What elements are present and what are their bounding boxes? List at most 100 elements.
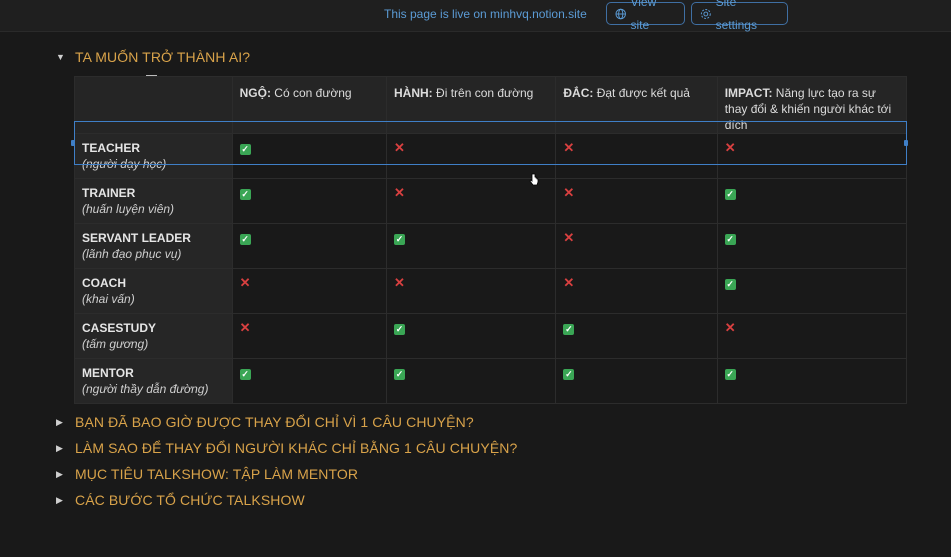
table-row[interactable]: TEACHER (người dạy học) ✓ ✕ ✕ ✕ bbox=[74, 133, 908, 179]
toggle-label: BẠN ĐÃ BAO GIỜ ĐƯỢC THAY ĐỔI CHỈ VÌ 1 CÂ… bbox=[75, 414, 474, 430]
cross-icon: ✕ bbox=[394, 140, 405, 155]
row-subtitle: (huấn luyện viên) bbox=[82, 202, 175, 216]
table-cell[interactable]: ✓ bbox=[231, 133, 388, 179]
row-name: MENTOR bbox=[82, 366, 134, 380]
toggle-main-label: TA MUỐN TRỞ THÀNH AI? bbox=[75, 49, 251, 65]
cross-icon: ✕ bbox=[563, 185, 575, 200]
row-subtitle: (người thầy dẫn đường) bbox=[82, 382, 209, 396]
toggle-change-others[interactable]: ▶ LÀM SAO ĐỂ THAY ĐỔI NGƯỜI KHÁC CHỈ BẰN… bbox=[56, 440, 517, 456]
table-cell[interactable]: ✓ bbox=[386, 358, 557, 404]
row-title-cell[interactable]: COACH (khai vấn) bbox=[74, 268, 233, 314]
table-cell[interactable]: ✓ bbox=[231, 178, 388, 224]
check-icon: ✓ bbox=[724, 369, 736, 380]
toggle-label: MỤC TIÊU TALKSHOW: TẬP LÀM MENTOR bbox=[75, 466, 359, 482]
triangle-right-icon[interactable]: ▶ bbox=[56, 495, 75, 506]
row-subtitle: (tấm gương) bbox=[82, 337, 149, 351]
table-cell[interactable]: ✕ bbox=[555, 223, 718, 269]
table-cell[interactable]: ✓ bbox=[386, 313, 557, 359]
row-name: TRAINER bbox=[82, 186, 136, 200]
site-settings-button[interactable]: Site settings bbox=[691, 0, 788, 32]
site-settings-label: Site settings bbox=[715, 0, 757, 32]
view-site-button[interactable]: View site bbox=[606, 0, 685, 32]
table-cell[interactable]: ✓ bbox=[231, 358, 388, 404]
check-icon: ✓ bbox=[239, 234, 251, 245]
table-cell[interactable]: ✕ bbox=[555, 268, 718, 314]
cross-icon: ✕ bbox=[724, 320, 736, 335]
header-ngo[interactable]: NGỘ: Có con đường bbox=[231, 76, 388, 134]
toggle-story-change[interactable]: ▶ BẠN ĐÃ BAO GIỜ ĐƯỢC THAY ĐỔI CHỈ VÌ 1 … bbox=[56, 414, 474, 430]
row-subtitle: (khai vấn) bbox=[82, 292, 135, 306]
check-icon: ✓ bbox=[724, 279, 736, 290]
view-site-label: View site bbox=[630, 0, 657, 32]
check-icon: ✓ bbox=[394, 369, 406, 380]
toggle-main[interactable]: ▼ TA MUỐN TRỞ THÀNH AI? bbox=[56, 49, 250, 65]
table-row[interactable]: COACH (khai vấn) ✕ ✕ ✕ ✓ bbox=[74, 268, 908, 314]
header-impact[interactable]: IMPACT: Năng lực tạo ra sự thay đổi & kh… bbox=[716, 76, 908, 134]
row-name: CASESTUDY bbox=[82, 321, 157, 335]
table-cell[interactable]: ✓ bbox=[716, 178, 908, 224]
globe-icon bbox=[615, 8, 626, 19]
check-icon: ✓ bbox=[724, 189, 736, 200]
check-icon: ✓ bbox=[563, 324, 575, 335]
cross-icon: ✕ bbox=[394, 275, 405, 290]
triangle-right-icon[interactable]: ▶ bbox=[56, 469, 75, 480]
header-empty bbox=[74, 76, 233, 134]
row-name: TEACHER bbox=[82, 141, 141, 155]
row-subtitle: (người dạy học) bbox=[82, 157, 167, 171]
table-cell[interactable]: ✕ bbox=[555, 178, 718, 224]
table-cell[interactable]: ✓ bbox=[231, 223, 388, 269]
cross-icon: ✕ bbox=[563, 230, 575, 245]
table-cell[interactable]: ✓ bbox=[386, 223, 557, 269]
mouse-cursor-icon bbox=[529, 173, 539, 186]
cross-icon: ✕ bbox=[563, 275, 575, 290]
check-icon: ✓ bbox=[239, 189, 251, 200]
roles-table: NGỘ: Có con đường HÀNH: Đi trên con đườn… bbox=[74, 76, 908, 404]
header-hanh[interactable]: HÀNH: Đi trên con đường bbox=[386, 76, 557, 134]
table-cell[interactable]: ✓ bbox=[716, 223, 908, 269]
row-subtitle: (lãnh đạo phục vụ) bbox=[82, 247, 182, 261]
cross-icon: ✕ bbox=[394, 185, 405, 200]
table-cell[interactable]: ✕ bbox=[386, 268, 557, 314]
cross-icon: ✕ bbox=[724, 140, 736, 155]
row-title-cell[interactable]: MENTOR (người thầy dẫn đường) bbox=[74, 358, 233, 404]
table-cell[interactable]: ✕ bbox=[716, 313, 908, 359]
cross-icon: ✕ bbox=[563, 140, 575, 155]
table-row[interactable]: TRAINER (huấn luyện viên) ✓ ✕ ✕ ✓ bbox=[74, 178, 908, 224]
top-bar: This page is live on minhvq.notion.site … bbox=[0, 0, 951, 32]
live-status-text: This page is live on minhvq.notion.site bbox=[384, 7, 587, 21]
toggle-label: LÀM SAO ĐỂ THAY ĐỔI NGƯỜI KHÁC CHỈ BẰNG … bbox=[75, 440, 518, 456]
table-cell[interactable]: ✕ bbox=[231, 313, 388, 359]
table-cell[interactable]: ✓ bbox=[555, 358, 718, 404]
header-dac[interactable]: ĐẮC: Đạt được kết quả bbox=[555, 76, 718, 134]
check-icon: ✓ bbox=[394, 324, 406, 335]
table-row[interactable]: CASESTUDY (tấm gương) ✕ ✓ ✓ ✕ bbox=[74, 313, 908, 359]
gear-icon bbox=[700, 8, 711, 19]
row-title-cell[interactable]: SERVANT LEADER (lãnh đạo phục vụ) bbox=[74, 223, 233, 269]
table-cell[interactable]: ✓ bbox=[716, 358, 908, 404]
table-row[interactable]: SERVANT LEADER (lãnh đạo phục vụ) ✓ ✓ ✕ ✓ bbox=[74, 223, 908, 269]
triangle-right-icon[interactable]: ▶ bbox=[56, 443, 75, 454]
toggle-talkshow-steps[interactable]: ▶ CÁC BƯỚC TỔ CHỨC TALKSHOW bbox=[56, 492, 305, 508]
check-icon: ✓ bbox=[724, 234, 736, 245]
toggle-talkshow-goal[interactable]: ▶ MỤC TIÊU TALKSHOW: TẬP LÀM MENTOR bbox=[56, 466, 358, 482]
selection-handle-left[interactable] bbox=[71, 140, 75, 146]
check-icon: ✓ bbox=[239, 144, 251, 155]
table-cell[interactable]: ✕ bbox=[231, 268, 388, 314]
row-title-cell[interactable]: TEACHER (người dạy học) bbox=[74, 133, 233, 179]
triangle-right-icon[interactable]: ▶ bbox=[56, 417, 75, 428]
table-cell[interactable]: ✕ bbox=[555, 133, 718, 179]
row-title-cell[interactable]: TRAINER (huấn luyện viên) bbox=[74, 178, 233, 224]
cross-icon: ✕ bbox=[239, 320, 251, 335]
row-title-cell[interactable]: CASESTUDY (tấm gương) bbox=[74, 313, 233, 359]
table-cell[interactable]: ✓ bbox=[555, 313, 718, 359]
check-icon: ✓ bbox=[239, 369, 251, 380]
table-cell[interactable]: ✕ bbox=[716, 133, 908, 179]
table-cell[interactable]: ✓ bbox=[716, 268, 908, 314]
table-row[interactable]: MENTOR (người thầy dẫn đường) ✓ ✓ ✓ ✓ bbox=[74, 358, 908, 404]
row-name: COACH bbox=[82, 276, 126, 290]
cross-icon: ✕ bbox=[239, 275, 251, 290]
row-name: SERVANT LEADER bbox=[82, 231, 191, 245]
table-cell[interactable]: ✕ bbox=[386, 133, 557, 179]
triangle-down-icon[interactable]: ▼ bbox=[56, 52, 75, 62]
selection-handle-right[interactable] bbox=[904, 140, 908, 146]
